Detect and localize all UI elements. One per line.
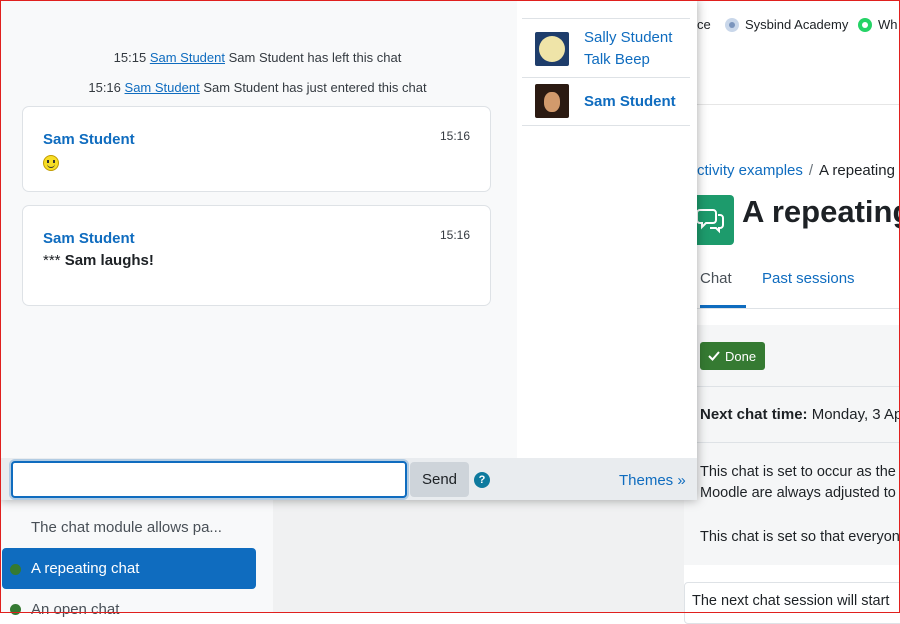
breadcrumb-link[interactable]: ctivity examples [697, 162, 803, 179]
next-chat-label: Next chat time: [700, 406, 808, 423]
system-message: 15:15 Sam Student Sam Student has left t… [0, 50, 515, 65]
breadcrumb: ctivity examples / A repeating [697, 162, 895, 179]
avatar [535, 84, 569, 118]
system-message-time: 15:16 [88, 80, 121, 95]
bookmark-sysbind[interactable]: Sysbind Academy [725, 17, 848, 32]
done-button[interactable]: Done [700, 342, 765, 370]
user-list-item[interactable]: Sam Student [522, 77, 690, 126]
activity-tabs: Chat Past sessions [697, 262, 900, 309]
description-line: This chat is set to occur as the [700, 464, 896, 480]
send-button[interactable]: Send [410, 462, 469, 497]
user-list-item[interactable]: Sally Student Talk Beep [522, 18, 690, 78]
chat-popup-window: 15:15 Sam Student Sam Student has left t… [0, 0, 697, 500]
bookmark-label: Sysbind Academy [745, 17, 849, 32]
course-index-item-label[interactable]: An open chat [31, 601, 119, 618]
system-message-text: Sam Student has left this chat [228, 50, 402, 65]
course-index-item-label[interactable]: A repeating chat [31, 560, 139, 577]
page-region [273, 500, 684, 613]
system-message: 15:16 Sam Student Sam Student has just e… [0, 80, 515, 95]
bookmark-whatsapp[interactable]: Wh [858, 17, 898, 32]
user-name-line: Sally Student [584, 29, 673, 46]
breadcrumb-current: A repeating [819, 162, 895, 179]
next-session-text: The next chat session will start [692, 593, 890, 609]
breadcrumb-separator: / [808, 162, 814, 179]
chat-message: Sam Student 15:16 *** Sam laughs! [22, 205, 491, 306]
message-author[interactable]: Sam Student [43, 230, 135, 247]
academy-icon [725, 17, 739, 32]
tab-past-sessions[interactable]: Past sessions [762, 270, 855, 305]
themes-link[interactable]: Themes » [619, 472, 686, 489]
chat-message: Sam Student 15:16 [22, 106, 491, 192]
user-beep-link[interactable]: Talk Beep [584, 49, 672, 71]
description-line: Moodle are always adjusted to [700, 485, 896, 501]
whatsapp-icon [858, 17, 872, 32]
divider [684, 442, 900, 443]
system-message-user-link[interactable]: Sam Student [150, 50, 225, 65]
message-time: 15:16 [439, 129, 470, 143]
next-chat-value: Monday, 3 Ap [811, 406, 900, 423]
chat-message-input[interactable] [11, 461, 407, 498]
chat-visibility-description: This chat is set so that everyon [700, 529, 900, 545]
message-author[interactable]: Sam Student [43, 131, 135, 148]
user-name[interactable]: Sally Student Talk Beep [584, 27, 672, 71]
help-icon[interactable]: ? [474, 472, 490, 488]
message-text: *** Sam laughs! [43, 252, 154, 269]
chat-messages-pane: 15:15 Sam Student Sam Student has left t… [0, 0, 515, 458]
message-action-prefix: *** [43, 252, 61, 269]
course-index-description[interactable]: The chat module allows pa... [31, 519, 222, 536]
message-time: 15:16 [439, 228, 470, 242]
completion-dot-icon [10, 564, 21, 575]
chat-users-list: Sally Student Talk Beep Sam Student [517, 0, 697, 458]
user-name[interactable]: Sam Student [584, 91, 676, 113]
check-icon [708, 351, 720, 361]
tab-chat[interactable]: Chat [700, 270, 746, 308]
system-message-user-link[interactable]: Sam Student [125, 80, 200, 95]
bookmark-item[interactable]: ce [697, 17, 711, 32]
done-label: Done [725, 348, 757, 364]
bookmark-label: ce [697, 17, 711, 32]
smiley-icon [43, 155, 59, 171]
page-navbar [697, 50, 900, 105]
next-chat-time: Next chat time: Monday, 3 Ap [700, 406, 900, 423]
bookmarks-bar: ce Sysbind Academy Wh [697, 0, 900, 51]
page-title: A repeating [742, 194, 900, 229]
avatar [535, 32, 569, 66]
divider [684, 386, 900, 387]
chat-schedule-description: This chat is set to occur as the Moodle … [700, 462, 896, 504]
system-message-time: 15:15 [113, 50, 147, 65]
completion-dot-icon [10, 604, 21, 615]
system-message-text: Sam Student has just entered this chat [203, 80, 427, 95]
bookmark-label: Wh [878, 17, 898, 32]
message-action-text: Sam laughs! [64, 252, 154, 269]
